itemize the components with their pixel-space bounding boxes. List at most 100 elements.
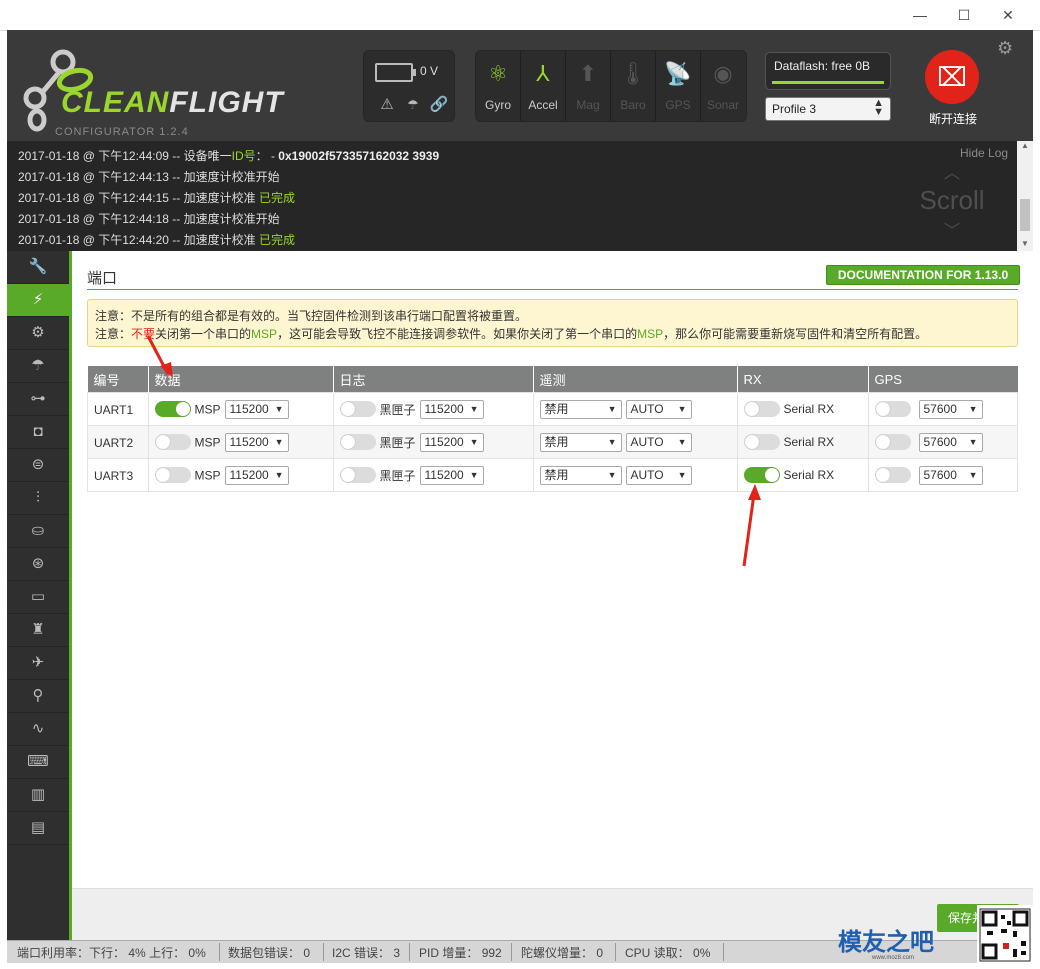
gps-toggle[interactable] (874, 434, 911, 450)
port-id-cell: UART2 (87, 425, 149, 459)
log-line: 2017-01-18 @ 下午12:44:13 -- 加速度计校准开始 (18, 170, 280, 184)
gps-toggle[interactable] (874, 467, 911, 483)
telemetry-cell: 禁用 ▼ AUTO ▼ (532, 392, 738, 426)
sidebar-tab-wrench[interactable]: 🔧 (7, 251, 69, 284)
sidebar-tab-battery[interactable]: ▭ (7, 581, 69, 614)
data-cell: MSP 115200 ▼ (147, 392, 334, 426)
scrollbar-thumb[interactable] (1020, 199, 1030, 231)
blackbox-toggle[interactable] (339, 401, 376, 417)
gps-baud-select-value: 57600 (923, 434, 957, 449)
disconnect-button[interactable]: ⌧ (925, 50, 979, 104)
gps-icon: 📡 (664, 61, 692, 86)
blackbox-baud-select[interactable]: 115200 ▼ (419, 432, 484, 452)
settings-gear-icon[interactable]: ⚙ (997, 38, 1013, 59)
scroll-down-arrow-icon[interactable]: ▼ (1017, 239, 1033, 248)
sidebar-tab-network[interactable]: ⊶ (7, 383, 69, 416)
sidebar-tab-robot[interactable]: ◘ (7, 416, 69, 449)
serial-rx-toggle[interactable] (743, 434, 780, 450)
sidebar-tab-tower[interactable]: ♜ (7, 614, 69, 647)
sidebar-tab-satellite[interactable]: ⊛ (7, 548, 69, 581)
gps-toggle[interactable] (874, 401, 911, 417)
warning-note: 注意：不是所有的组合都是有效的。当飞控固件检测到该串行端口配置将被重置。 注意：… (87, 299, 1018, 347)
gps-baud-select[interactable]: 57600 ▼ (918, 465, 983, 485)
note-line-1: 注意：不是所有的组合都是有效的。当飞控固件检测到该串行端口配置将被重置。 (95, 309, 528, 323)
col-header-rx: RX (737, 366, 869, 393)
pulse-icon: ∿ (31, 720, 45, 737)
sidebar-tab-parachute[interactable]: ☂ (7, 350, 69, 383)
serial-rx-label: Serial RX (783, 402, 835, 416)
telemetry-baud-select[interactable]: AUTO ▼ (625, 399, 692, 419)
sidebar-tab-gear[interactable]: ⚙ (7, 317, 69, 350)
sidebar-tab-chip[interactable]: ▥ (7, 779, 69, 812)
documentation-button[interactable]: DOCUMENTATION FOR 1.13.0 (826, 265, 1020, 285)
msp-toggle[interactable] (154, 401, 191, 417)
sidebar-tab-window[interactable]: ▤ (7, 812, 69, 845)
dropdown-arrow-icon: ▼ (607, 436, 617, 447)
data-cell: MSP 115200 ▼ (147, 458, 334, 492)
scroll-up-arrow-icon[interactable]: ▲ (1017, 141, 1033, 150)
sensor-accel: ⅄ Accel (521, 51, 566, 121)
wrench-icon: 🔧 (28, 258, 48, 275)
gps-baud-select[interactable]: 57600 ▼ (918, 432, 983, 452)
port-id: UART1 (94, 402, 134, 417)
voltage-readout: 0 V (420, 64, 439, 78)
msp-baud-select[interactable]: 115200 ▼ (224, 465, 289, 485)
sidebar-tab-plane[interactable]: ✈ (7, 647, 69, 680)
chevron-up-icon: ︿ (943, 165, 960, 182)
profile-select[interactable]: Profile 3 ▲ ▼ (765, 97, 891, 121)
sidebar-tab-keyboard[interactable]: ⌨ (7, 746, 69, 779)
sidebar-tab-led[interactable]: ⚲ (7, 680, 69, 713)
motor-icon: ⛀ (31, 522, 45, 539)
sidebar-tab-sliders[interactable]: ⫶ (7, 482, 69, 515)
status-port-usage: 端口利用率：下行： 4% 上行： 0% (17, 946, 206, 960)
table-row: UART1 MSP 115200 ▼ 黑匣子 115200 ▼ 禁用 ▼ AUTO ▼ Serial … (87, 392, 1018, 426)
gps-baud-select[interactable]: 57600 ▼ (918, 399, 983, 419)
sensor-mag: ⬆ Mag (566, 51, 611, 121)
log-scrollbar[interactable]: ▲ ▼ (1017, 141, 1033, 251)
maximize-button[interactable]: ☐ (944, 4, 984, 26)
blackbox-toggle[interactable] (339, 434, 376, 450)
msp-toggle[interactable] (154, 467, 191, 483)
status-pid-delta: PID 增量： 992 (419, 946, 502, 960)
sidebar-tab-motor[interactable]: ⛀ (7, 515, 69, 548)
battery-icon: ▭ (30, 588, 46, 605)
status-separator (723, 943, 724, 961)
serial-rx-toggle[interactable] (743, 401, 780, 417)
telemetry-cell: 禁用 ▼ AUTO ▼ (532, 425, 738, 459)
sidebar-tab-plug[interactable]: ⚡ (7, 284, 69, 317)
dropdown-arrow-icon: ▼ (677, 469, 687, 480)
chip-icon: ▥ (30, 786, 46, 803)
minimize-button[interactable]: — (900, 4, 940, 26)
log-line: 2017-01-18 @ 下午12:44:20 -- 加速度计校准 已完成 (18, 233, 295, 247)
blackbox-baud-select-value: 115200 (424, 434, 464, 449)
gps-baud-select-value: 57600 (923, 467, 957, 482)
sidebar-tab-pulse[interactable]: ∿ (7, 713, 69, 746)
blackbox-baud-select[interactable]: 115200 ▼ (419, 399, 484, 419)
telemetry-select[interactable]: 禁用 ▼ (539, 432, 622, 452)
status-gyro-delta: 陀螺仪增量： 0 (521, 946, 604, 960)
usb-icon: ⌧ (937, 62, 967, 92)
telemetry-cell: 禁用 ▼ AUTO ▼ (532, 458, 738, 492)
telemetry-select[interactable]: 禁用 ▼ (539, 465, 622, 485)
col-header-id: 编号 (87, 366, 149, 393)
msp-baud-select[interactable]: 115200 ▼ (224, 399, 289, 419)
telemetry-baud-select[interactable]: AUTO ▼ (625, 432, 692, 452)
blackbox-toggle[interactable] (339, 467, 376, 483)
sidebar-tab-toggle[interactable]: ⊜ (7, 449, 69, 482)
blackbox-baud-select[interactable]: 115200 ▼ (419, 465, 484, 485)
scroll-hint: ︿ Scroll ﹀ (893, 151, 1011, 247)
ports-tab-content: 端口 DOCUMENTATION FOR 1.13.0 注意：不是所有的组合都是… (72, 251, 1033, 941)
msp-baud-select[interactable]: 115200 ▼ (224, 432, 289, 452)
telemetry-baud-select[interactable]: AUTO ▼ (625, 465, 692, 485)
telemetry-select[interactable]: 禁用 ▼ (539, 399, 622, 419)
rx-cell: Serial RX (736, 425, 869, 459)
msp-toggle[interactable] (154, 434, 191, 450)
version-label: CONFIGURATOR 1.2.4 (55, 126, 189, 138)
gps-baud-select-value: 57600 (923, 401, 957, 416)
close-window-button[interactable]: ✕ (988, 4, 1028, 26)
status-cpu-load: CPU 读取： 0% (625, 946, 711, 960)
watermark-logo: 模友之吧 (838, 929, 934, 956)
sensor-baro: 🌡 Baro (611, 51, 656, 121)
dropdown-arrow-icon: ▼ (968, 436, 978, 447)
warning-icon: ⚠ (380, 96, 394, 113)
